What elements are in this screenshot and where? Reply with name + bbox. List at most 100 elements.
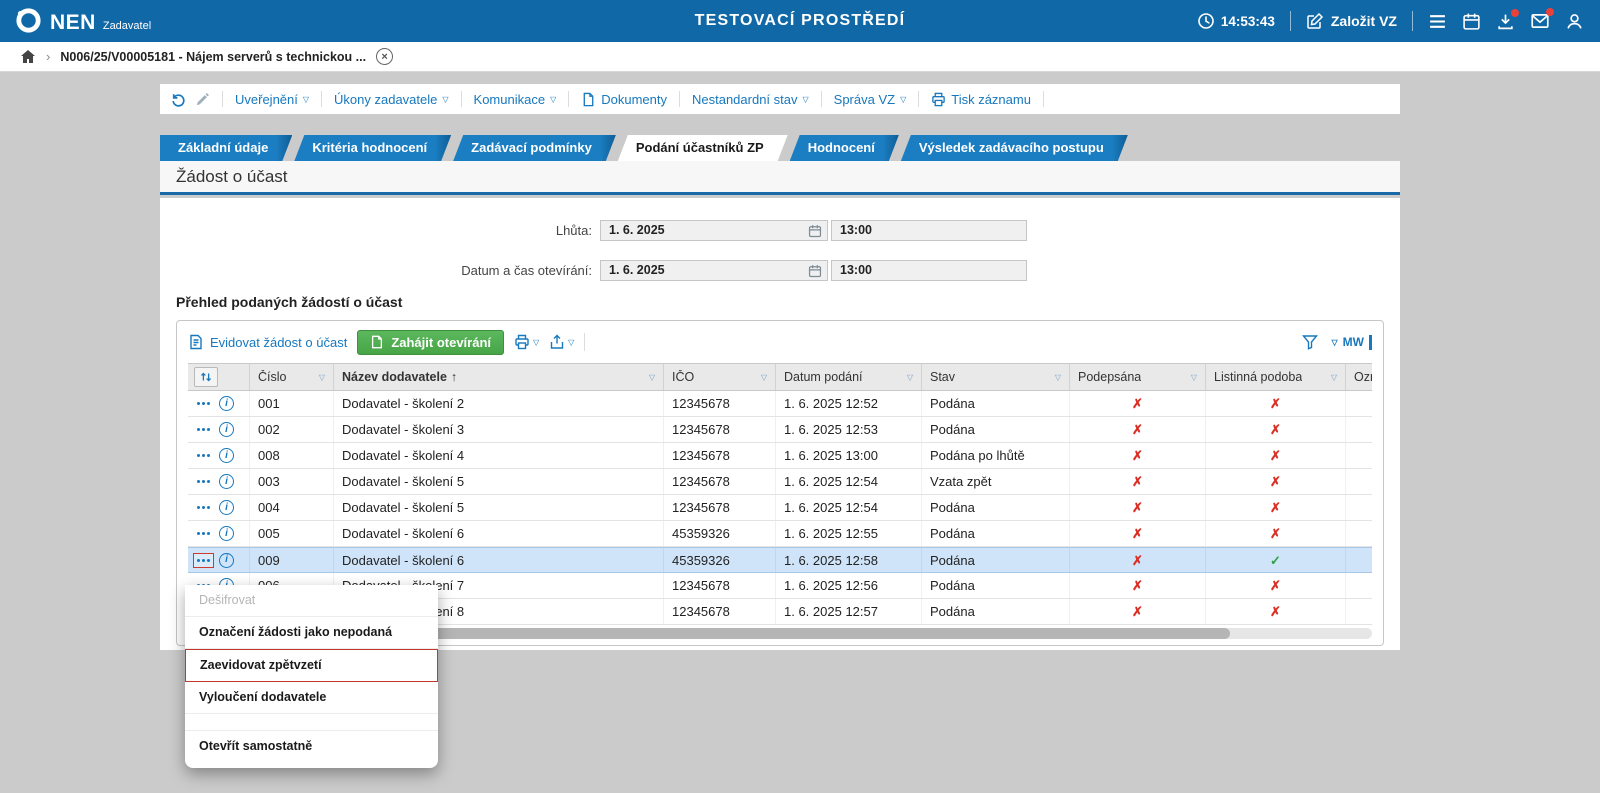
menu-button[interactable] [1428,12,1447,31]
downloads-button[interactable] [1496,8,1519,31]
filter-caret-icon[interactable]: ▽ [649,373,655,382]
tab-zakladni-udaje[interactable]: Základní údaje [160,135,292,161]
table-row[interactable]: i 004 Dodavatel - školení 5 12345678 1. 6. 2… [188,495,1372,521]
filter-caret-icon[interactable]: ▽ [319,373,325,382]
context-menu-item[interactable]: Označení žádosti jako nepodaná [185,617,438,649]
divider [321,91,323,107]
column-header-ico[interactable]: IČO ▽ [664,364,776,390]
zahajit-oteviranie-button[interactable]: Zahájit otevírání [357,329,505,355]
column-header-datum-podani[interactable]: Datum podání ▽ [776,364,922,390]
tab-vysledek-zadavaciho-postupu[interactable]: Výsledek zadávacího postupu [901,135,1128,161]
print-grid-button[interactable]: ▽ [514,334,539,350]
toolbar-sprava-vz[interactable]: Správa VZ ▽ [834,92,907,107]
history-button[interactable] [170,91,187,108]
filter-caret-icon[interactable]: ▽ [761,373,767,382]
column-header-stav[interactable]: Stav ▽ [922,364,1070,390]
divider [918,91,920,107]
cross-icon: ✗ [1132,553,1143,568]
column-header-podepsana[interactable]: Podepsána ▽ [1070,364,1206,390]
pencil-icon [196,92,209,105]
divider [222,91,223,107]
cell-cislo: 004 [250,495,334,520]
column-header-listinna-podoba[interactable]: Listinná podoba ▽ [1206,364,1346,390]
filter-caret-icon[interactable]: ▽ [1191,373,1197,382]
cell-listinna-podoba: ✓ [1206,548,1346,572]
toolbar-nestandardni-stav[interactable]: Nestandardní stav ▽ [692,92,809,107]
info-icon[interactable]: i [219,448,234,463]
messages-button[interactable] [1530,8,1554,31]
filter-caret-icon[interactable]: ▽ [907,373,913,382]
lhuta-date-value: 1. 6. 2025 [609,223,665,237]
context-menu: Dešifrovat Označení žádosti jako nepodaná… [185,585,438,768]
table-row[interactable]: i 001 Dodavatel - školení 2 12345678 1. 6. 2… [188,391,1372,417]
toolbar-tisk-zaznamu[interactable]: Tisk záznamu [931,92,1031,107]
grid-toolbar: Evidovat žádost o účast Zahájit otevírán… [188,327,1372,357]
info-icon[interactable]: i [219,500,234,515]
breadcrumb-chevron: › [46,49,51,64]
mw-label: MW [1342,335,1364,349]
toolbar-komunikace[interactable]: Komunikace ▽ [474,92,557,107]
column-header-cislo[interactable]: Číslo ▽ [250,364,334,390]
close-breadcrumb-button[interactable]: × [376,48,394,65]
table-row[interactable]: i 008 Dodavatel - školení 4 12345678 1. 6. 2… [188,443,1372,469]
context-menu-item: Dešifrovat [185,585,438,617]
divider [1042,91,1044,107]
breadcrumb-item[interactable]: N006/25/V00005181 - Nájem serverů s tech… [60,50,366,64]
filter-caret-icon[interactable]: ▽ [1055,373,1061,382]
tab-podani-ucastniku-zp[interactable]: Podání účastníků ZP [618,135,788,161]
table-row[interactable]: i 002 Dodavatel - školení 3 12345678 1. 6. 2… [188,417,1372,443]
table-row[interactable]: i 003 Dodavatel - školení 5 12345678 1. 6. 2… [188,469,1372,495]
row-menu-button[interactable] [194,501,213,514]
context-menu-item[interactable]: Vyloučení dodavatele [185,682,438,714]
evidovat-zadost-button[interactable]: Evidovat žádost o účast [188,334,347,350]
cell-cislo: 001 [250,391,334,416]
oteviranie-time-field[interactable]: 13:00 [831,260,1027,281]
mw-control[interactable]: ▽ MW [1332,334,1372,350]
calendar-icon[interactable] [808,224,822,238]
filter-caret-icon[interactable]: ▽ [1331,373,1337,382]
info-icon[interactable]: i [219,526,234,541]
row-menu-button[interactable] [194,475,213,488]
column-header-oznaceni[interactable]: Označení [1346,364,1372,390]
home-icon[interactable] [20,49,36,65]
zalozit-vz-button[interactable]: Založit VZ [1306,12,1397,30]
toolbar-dokumenty[interactable]: Dokumenty [581,92,667,107]
divider [1412,11,1413,31]
context-menu-item[interactable]: Otevřít samostatně [185,731,438,762]
chevron-down-icon: ▽ [568,337,575,347]
row-menu-button[interactable] [194,423,213,436]
table-row[interactable]: i 005 Dodavatel - školení 6 45359326 1. 6. 2… [188,521,1372,547]
lhuta-time-field[interactable]: 13:00 [831,220,1027,241]
info-icon[interactable]: i [219,552,234,568]
row-menu-button[interactable] [194,527,213,540]
export-grid-button[interactable]: ▽ [549,334,574,350]
row-menu-button[interactable] [194,449,213,462]
grid-settings-button[interactable] [194,367,218,387]
row-menu-button[interactable] [193,552,214,568]
toolbar-ukony-zadavatele[interactable]: Úkony zadavatele ▽ [334,92,449,107]
row-menu-button[interactable] [194,397,213,410]
lhuta-date-field[interactable]: 1. 6. 2025 [600,220,828,241]
column-header-nazev-dodavatele[interactable]: Název dodavatele ↑ ▽ [334,364,664,390]
calendar-icon[interactable] [808,264,822,278]
cell-nazev-dodavatele: Dodavatel - školení 4 [334,443,664,468]
edit-record-button[interactable] [195,92,210,107]
oteviranie-date-field[interactable]: 1. 6. 2025 [600,260,828,281]
calendar-button[interactable] [1462,12,1481,31]
context-menu-item[interactable]: Zaevidovat zpětvzetí [185,649,438,682]
tab-kriteria-hodnoceni[interactable]: Kritéria hodnocení [294,135,451,161]
row-tools: i [188,548,250,572]
tab-hodnoceni[interactable]: Hodnocení [790,135,899,161]
toolbar-uverejneni[interactable]: Uveřejnění ▽ [235,92,309,107]
nen-home-link[interactable]: NEN Zadavatel [14,6,151,37]
profile-button[interactable] [1565,12,1584,31]
cross-icon: ✗ [1270,526,1281,541]
info-icon[interactable]: i [219,422,234,437]
info-icon[interactable]: i [219,396,234,411]
cell-ico: 12345678 [664,495,776,520]
filter-icon[interactable] [1301,334,1318,350]
cell-datum-podani: 1. 6. 2025 12:56 [776,573,922,598]
tab-zadavaci-podminky[interactable]: Zadávací podmínky [453,135,616,161]
table-row[interactable]: i 009 Dodavatel - školení 6 45359326 1. 6. 2… [188,547,1372,573]
info-icon[interactable]: i [219,474,234,489]
